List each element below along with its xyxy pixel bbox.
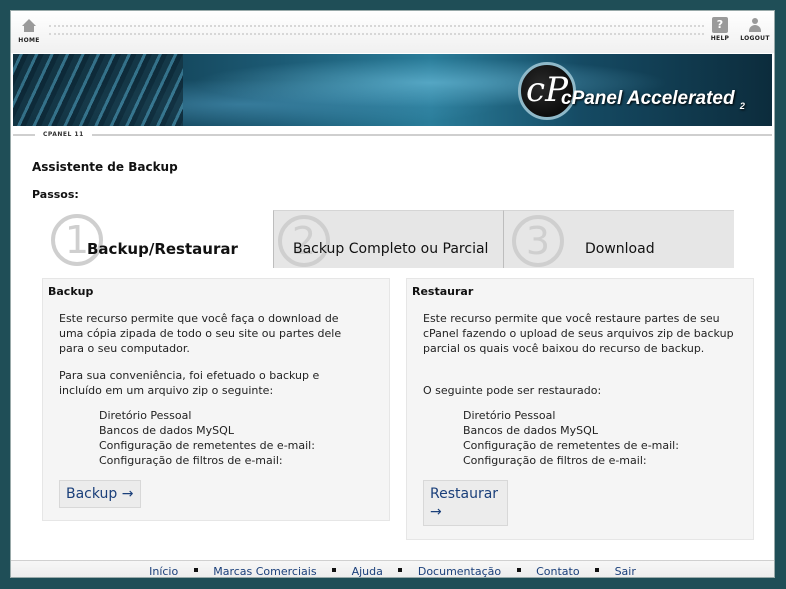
step-download: 3 Download: [503, 210, 734, 268]
restore-note: O seguinte pode ser restaurado:: [423, 384, 602, 397]
restore-description: Este recurso permite que você restaure p…: [423, 312, 734, 355]
logout-button[interactable]: LOGOUT: [738, 17, 772, 42]
home-label: HOME: [18, 37, 40, 44]
backup-items-list: Diretório Pessoal Bancos de dados MySQL …: [99, 408, 315, 468]
footer-separator: [193, 568, 198, 572]
toolbar-divider: [49, 25, 704, 27]
restore-button[interactable]: Restaurar →: [423, 480, 508, 526]
logo-product: Accelerated: [626, 88, 735, 109]
list-item: Configuração de remetentes de e-mail:: [99, 439, 315, 452]
footer-link-help[interactable]: Ajuda: [352, 565, 383, 577]
list-item: Configuração de filtros de e-mail:: [463, 454, 647, 467]
footer-nav: Início Marcas Comerciais Ajuda Documenta…: [11, 560, 774, 577]
help-icon: ?: [712, 17, 728, 33]
list-item: Configuração de remetentes de e-mail:: [463, 439, 679, 452]
list-item: Bancos de dados MySQL: [463, 424, 598, 437]
backup-panel-title: Backup: [48, 285, 94, 298]
step-label: Backup Completo ou Parcial: [293, 241, 489, 257]
footer-link-logout[interactable]: Sair: [615, 565, 636, 577]
footer-separator: [595, 568, 600, 572]
network-cables-image: [13, 54, 183, 126]
list-item: Diretório Pessoal: [463, 409, 556, 422]
backup-description: Este recurso permite que você faça o dow…: [59, 312, 342, 355]
restore-panel-title: Restaurar: [412, 285, 474, 298]
version-strip: CPANEL 11: [13, 128, 772, 142]
step-label: Download: [585, 241, 655, 257]
restore-panel: Restaurar Este recurso permite que você …: [406, 278, 754, 540]
footer-link-inicio[interactable]: Início: [149, 565, 178, 577]
toolbar-divider: [49, 33, 704, 35]
help-button[interactable]: ? HELP: [703, 17, 737, 42]
home-icon: [21, 19, 37, 35]
footer-separator: [332, 568, 337, 572]
footer-separator: [516, 568, 521, 572]
list-item: Bancos de dados MySQL: [99, 424, 234, 437]
backup-button[interactable]: Backup →: [59, 480, 141, 508]
home-button[interactable]: HOME: [12, 17, 46, 44]
list-item: Diretório Pessoal: [99, 409, 192, 422]
backup-panel: Backup Este recurso permite que você faç…: [42, 278, 390, 521]
page-title: Assistente de Backup: [32, 160, 178, 174]
logo-version: 2: [739, 100, 745, 111]
logo-brand: cPanel: [561, 88, 623, 109]
step-full-or-partial-backup: 2 Backup Completo ou Parcial: [273, 210, 503, 268]
header-banner: cP cPanel Accelerated 2: [13, 54, 772, 126]
restore-items-list: Diretório Pessoal Bancos de dados MySQL …: [463, 408, 679, 468]
footer-link-documentation[interactable]: Documentação: [418, 565, 501, 577]
cpanel-logo-text: cPanel Accelerated 2: [561, 88, 745, 111]
list-item: Configuração de filtros de e-mail:: [99, 454, 283, 467]
top-toolbar: HOME ? HELP LOGOUT: [11, 11, 774, 53]
footer-link-trademarks[interactable]: Marcas Comerciais: [213, 565, 316, 577]
steps-label: Passos:: [32, 188, 79, 201]
footer-separator: [398, 568, 403, 572]
step-number-3: 3: [512, 215, 564, 267]
step-label: Backup/Restaurar: [87, 240, 238, 258]
help-label: HELP: [710, 35, 730, 42]
backup-note: Para sua conveniência, foi efetuado o ba…: [59, 369, 320, 397]
cpanel-window: HOME ? HELP LOGOUT cP cPanel Accelerated…: [10, 10, 775, 578]
version-label: CPANEL 11: [35, 129, 92, 141]
footer-link-contact[interactable]: Contato: [536, 565, 579, 577]
step-backup-restore: 1 Backup/Restaurar: [41, 210, 273, 268]
user-icon: [747, 17, 763, 33]
logout-label: LOGOUT: [740, 35, 770, 42]
